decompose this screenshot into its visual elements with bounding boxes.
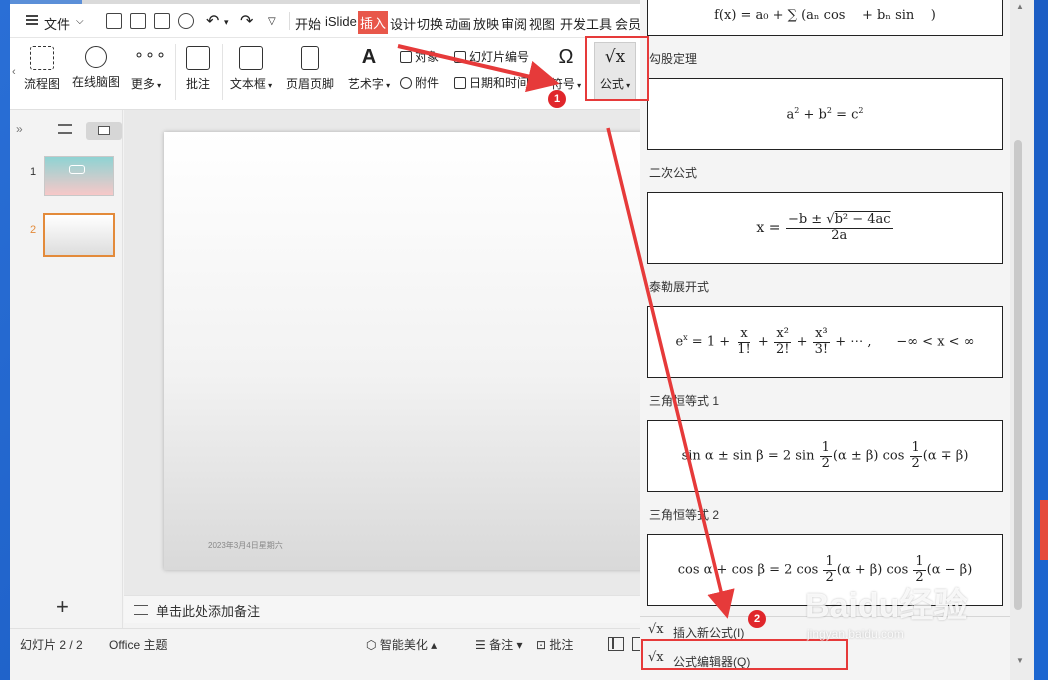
editor-highlight-box bbox=[641, 639, 848, 670]
formula-highlight-box bbox=[585, 36, 649, 101]
watermark-brand: Baidu经验 bbox=[805, 587, 968, 625]
step-badge-1: 1 bbox=[548, 90, 566, 108]
arrow-to-editor bbox=[606, 127, 735, 619]
arrow-to-formula bbox=[397, 44, 560, 93]
step-badge-2: 2 bbox=[748, 610, 766, 628]
baidu-watermark: Baidu经验 jingyan.baidu.com bbox=[805, 578, 967, 641]
watermark-url: jingyan.baidu.com bbox=[807, 627, 904, 641]
